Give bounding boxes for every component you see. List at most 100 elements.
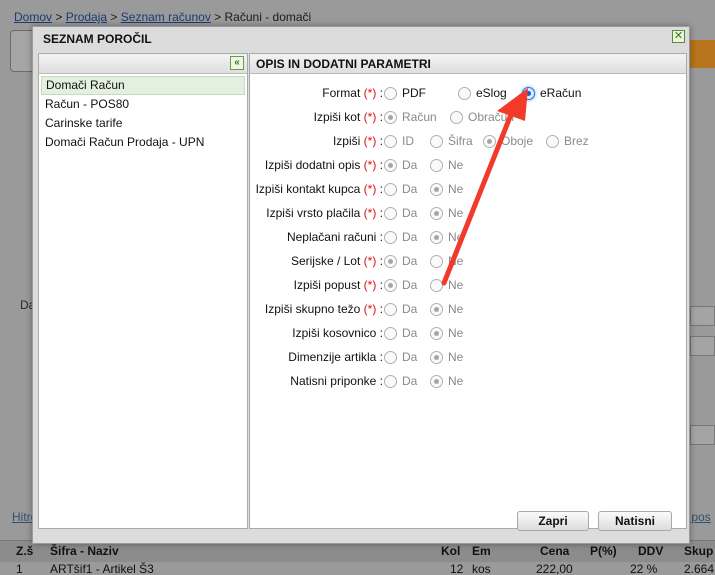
radio-option-label: Ne <box>448 302 464 316</box>
radio-option[interactable]: Ne <box>430 228 463 246</box>
radio-option[interactable]: eSlog <box>458 84 507 102</box>
report-list-item[interactable]: Račun - POS80 <box>41 95 245 114</box>
cell-skupaj: 2.664 <box>684 562 715 575</box>
col-kol: Kol <box>441 544 461 558</box>
radio-option[interactable]: Da <box>384 324 417 342</box>
radio-option[interactable]: eRačun <box>522 84 581 102</box>
param-label-text: Natisni priponke <box>290 374 377 388</box>
radio-button[interactable] <box>430 230 443 244</box>
report-list-item[interactable]: Carinske tarife <box>41 114 245 133</box>
param-label-suffix: : <box>376 254 383 268</box>
breadcrumb: Domov > Prodaja > Seznam računov > Račun… <box>14 10 312 24</box>
radio-option[interactable]: Ne <box>430 276 463 294</box>
required-marker: (*) <box>363 206 377 220</box>
background-select-3[interactable] <box>690 425 715 445</box>
close-button[interactable]: Zapri <box>517 511 589 531</box>
report-list-panel: « Domači Račun Račun - POS80 Carinske tari… <box>38 53 248 529</box>
radio-button[interactable] <box>384 278 397 292</box>
cell-ddv: 22 % <box>630 562 658 575</box>
radio-button[interactable] <box>430 182 443 196</box>
param-label: Izpiši popust (*) : <box>294 278 383 292</box>
radio-option[interactable]: Ne <box>430 204 463 222</box>
radio-option[interactable]: Da <box>384 300 417 318</box>
radio-option[interactable]: Ne <box>430 348 463 366</box>
radio-button[interactable] <box>384 302 397 316</box>
col-ddv: DDV <box>638 544 664 558</box>
radio-button[interactable] <box>384 110 397 124</box>
radio-option[interactable]: Račun <box>384 108 437 126</box>
param-label: Izpiši vrsto plačila (*) : <box>266 206 383 220</box>
breadcrumb-sales[interactable]: Prodaja <box>66 10 107 24</box>
param-row: Izpiši kot (*) : Račun Obračun <box>250 107 688 127</box>
background-select-2[interactable] <box>690 336 715 356</box>
param-label-suffix: : <box>376 350 383 364</box>
radio-option[interactable]: Da <box>384 276 417 294</box>
radio-option-label: Ne <box>448 278 464 292</box>
close-icon[interactable]: ✕ <box>672 30 685 43</box>
radio-option[interactable]: Ne <box>430 372 463 390</box>
radio-option[interactable]: Da <box>384 252 417 270</box>
radio-option[interactable]: Ne <box>430 252 463 270</box>
radio-button[interactable] <box>384 182 397 196</box>
radio-option[interactable]: Obračun <box>450 108 514 126</box>
radio-option-label: Ne <box>448 326 464 340</box>
radio-button[interactable] <box>430 350 443 364</box>
radio-button[interactable] <box>483 134 496 148</box>
col-popust: P(%) <box>590 544 617 558</box>
table-row[interactable]: 1 ARTšif1 - Artikel Š3 12 kos 222,00 22 … <box>0 562 715 575</box>
radio-option[interactable]: ID <box>384 132 414 150</box>
param-label-text: Dimenzije artikla <box>288 350 377 364</box>
radio-button[interactable] <box>522 86 535 100</box>
radio-button[interactable] <box>430 302 443 316</box>
radio-option[interactable]: Ne <box>430 156 463 174</box>
radio-button[interactable] <box>430 326 443 340</box>
param-label-text: Serijske / Lot <box>290 254 361 268</box>
radio-button[interactable] <box>384 326 397 340</box>
radio-option[interactable]: Da <box>384 180 417 198</box>
radio-option[interactable]: Da <box>384 204 417 222</box>
radio-button[interactable] <box>430 254 443 268</box>
radio-option[interactable]: Brez <box>546 132 589 150</box>
radio-option[interactable]: Da <box>384 156 417 174</box>
radio-option[interactable]: Oboje <box>483 132 533 150</box>
radio-button[interactable] <box>384 374 397 388</box>
radio-option[interactable]: PDF <box>384 84 426 102</box>
radio-option[interactable]: Da <box>384 228 417 246</box>
background-select-1[interactable] <box>690 306 715 326</box>
radio-option[interactable]: Ne <box>430 324 463 342</box>
collapse-icon[interactable]: « <box>230 56 244 70</box>
radio-button[interactable] <box>546 134 559 148</box>
toolbar-button-orange-2[interactable] <box>690 40 715 68</box>
radio-button[interactable] <box>384 206 397 220</box>
radio-option[interactable]: Šifra <box>430 132 473 150</box>
radio-button[interactable] <box>384 350 397 364</box>
radio-button[interactable] <box>430 278 443 292</box>
radio-option[interactable]: Da <box>384 372 417 390</box>
required-marker: (*) <box>363 302 377 316</box>
radio-button[interactable] <box>430 158 443 172</box>
radio-button[interactable] <box>384 86 397 100</box>
radio-option[interactable]: Ne <box>430 300 463 318</box>
radio-option-label: Ne <box>448 230 464 244</box>
radio-button[interactable] <box>430 206 443 220</box>
radio-option-label: Da <box>402 230 418 244</box>
radio-button[interactable] <box>430 134 443 148</box>
param-label-text: Izpiši kot <box>313 110 361 124</box>
radio-button[interactable] <box>384 230 397 244</box>
param-row: Izpiši vrsto plačila (*) : Da Ne <box>250 203 688 223</box>
radio-button[interactable] <box>450 110 463 124</box>
radio-option[interactable]: Ne <box>430 180 463 198</box>
print-button[interactable]: Natisni <box>598 511 672 531</box>
param-label: Izpiši kot (*) : <box>314 110 383 124</box>
breadcrumb-invoice-list[interactable]: Seznam računov <box>121 10 211 24</box>
radio-option[interactable]: Da <box>384 348 417 366</box>
radio-button[interactable] <box>384 158 397 172</box>
radio-button[interactable] <box>384 134 397 148</box>
report-list-item[interactable]: Domači Račun <box>41 76 245 95</box>
report-list-item[interactable]: Domači Račun Prodaja - UPN <box>41 133 245 152</box>
breadcrumb-home[interactable]: Domov <box>14 10 52 24</box>
radio-button[interactable] <box>430 374 443 388</box>
radio-button[interactable] <box>458 86 471 100</box>
parameters-panel: OPIS IN DODATNI PARAMETRI Format (*) : PD… <box>249 53 687 529</box>
radio-button[interactable] <box>384 254 397 268</box>
